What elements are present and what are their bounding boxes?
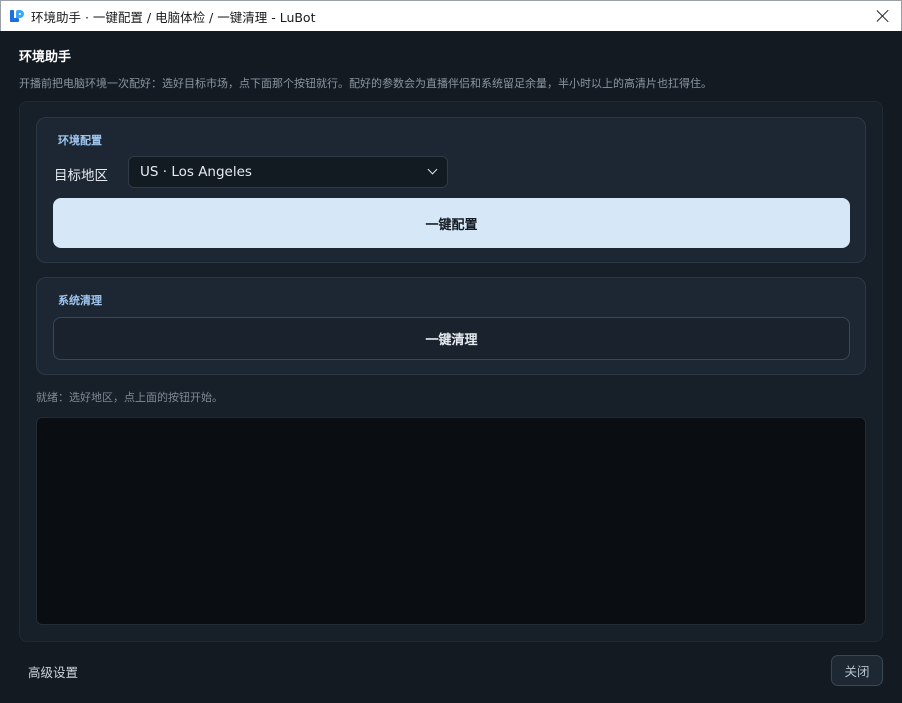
region-select[interactable]: US · Los Angeles: [128, 156, 448, 188]
region-label: 目标地区: [54, 168, 108, 184]
region-select-value: US · Los Angeles: [140, 164, 252, 180]
lubot-logo-icon: [9, 8, 25, 24]
page-title: 环境助手: [19, 50, 72, 65]
close-button[interactable]: 关闭: [831, 655, 883, 686]
system-clean-title: 系统清理: [58, 294, 102, 307]
page-description: 开播前把电脑环境一次配好：选好目标市场，点下面那个按钮就行。配好的参数会为直播伴…: [19, 77, 712, 90]
system-clean-card: 系统清理 一键清理: [36, 277, 866, 375]
title-bar: 环境助手 · 一键配置 / 电脑体检 / 一键清理 - LuBot: [0, 0, 902, 31]
one-click-clean-button[interactable]: 一键清理: [53, 317, 850, 360]
env-config-card: 环境配置 目标地区 US · Los Angeles 一键配置: [36, 117, 866, 263]
env-config-title: 环境配置: [58, 134, 102, 147]
advanced-settings-link[interactable]: 高级设置: [28, 662, 78, 681]
close-window-icon[interactable]: [875, 8, 891, 24]
status-text: 就绪：选好地区，点上面的按钮开始。: [36, 391, 223, 404]
window-title: 环境助手 · 一键配置 / 电脑体检 / 一键清理 - LuBot: [31, 9, 316, 25]
one-click-config-button[interactable]: 一键配置: [53, 198, 850, 248]
chevron-down-icon: [427, 164, 438, 175]
log-output[interactable]: [36, 417, 866, 625]
